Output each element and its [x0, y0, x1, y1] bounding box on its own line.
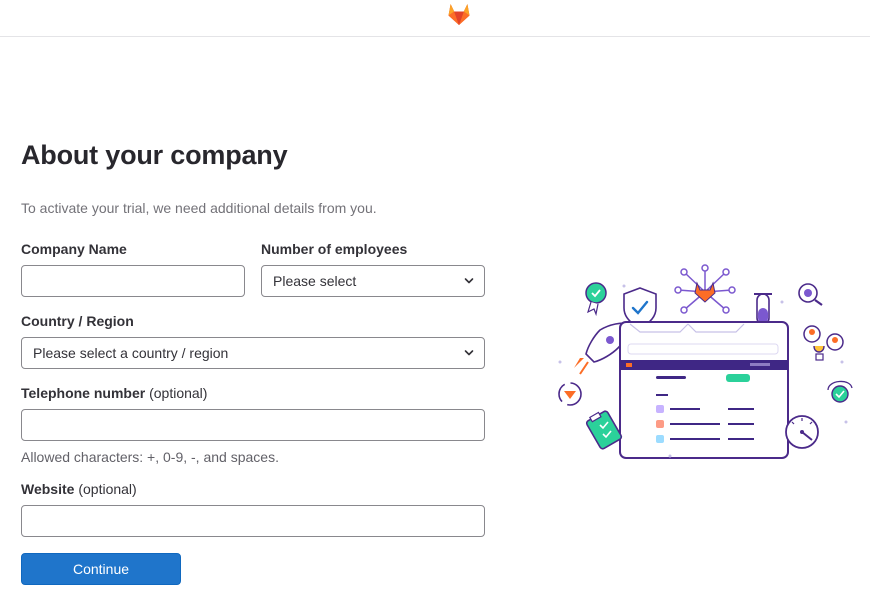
company-name-input[interactable] — [21, 265, 245, 297]
browser-window-illustration — [619, 321, 789, 459]
chevron-down-icon — [464, 278, 474, 284]
telephone-label: Telephone number (optional) — [21, 385, 207, 401]
speed-gauge-icon — [785, 415, 819, 449]
top-bar — [0, 0, 870, 37]
network-hub-icon — [674, 264, 736, 314]
test-tube-icon — [754, 293, 772, 325]
website-input[interactable] — [21, 505, 485, 537]
country-selected-value: Please select a country / region — [33, 345, 229, 361]
telephone-help-text: Allowed characters: +, 0-9, -, and space… — [21, 449, 279, 465]
clipboard-checklist-icon — [585, 410, 623, 450]
telephone-optional-text: (optional) — [149, 385, 208, 401]
trial-illustration — [558, 264, 853, 459]
continue-button[interactable]: Continue — [21, 553, 181, 585]
company-name-label: Company Name — [21, 241, 127, 257]
gitlab-tanuki-icon[interactable] — [446, 1, 472, 27]
chevron-down-icon — [464, 350, 474, 356]
search-eye-icon — [798, 283, 823, 306]
page-title: About your company — [21, 140, 288, 170]
telephone-input[interactable] — [21, 409, 485, 441]
website-optional-text: (optional) — [78, 481, 137, 497]
refresh-check-icon — [827, 380, 853, 403]
page-subtitle: To activate your trial, we need addition… — [21, 200, 377, 216]
website-label: Website (optional) — [21, 481, 137, 497]
website-label-text: Website — [21, 481, 75, 497]
country-select[interactable]: Please select a country / region — [21, 337, 485, 369]
employees-selected-value: Please select — [273, 273, 357, 289]
employees-select[interactable]: Please select — [261, 265, 485, 297]
award-badge-icon — [585, 282, 607, 317]
sync-icon — [558, 382, 582, 406]
users-icon — [803, 325, 844, 361]
telephone-label-text: Telephone number — [21, 385, 146, 401]
employees-label: Number of employees — [261, 241, 408, 257]
country-label: Country / Region — [21, 313, 134, 329]
